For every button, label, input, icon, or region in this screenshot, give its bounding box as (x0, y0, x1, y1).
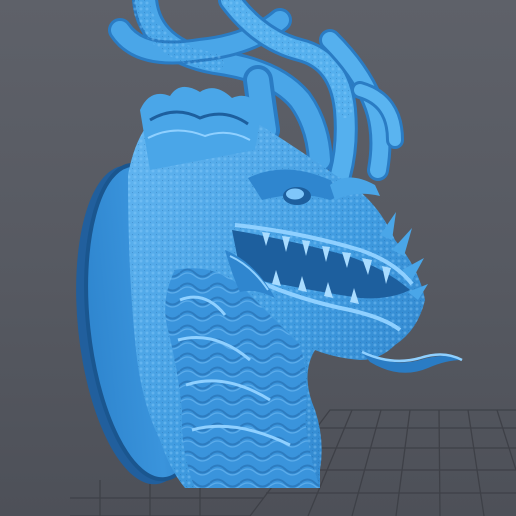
3d-viewport[interactable] (0, 0, 516, 516)
viewport-scene[interactable] (0, 0, 516, 516)
